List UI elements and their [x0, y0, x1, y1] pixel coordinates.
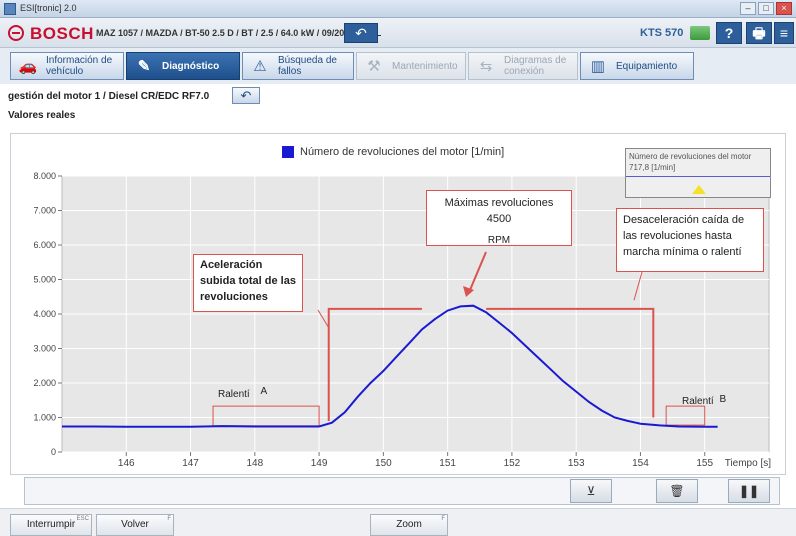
annotation-deceleration-text: Desaceleración caída de las revoluciones… — [623, 214, 745, 258]
y-tick-label: 3.000 — [33, 344, 56, 354]
annotation-ralenti-b: Ralentí B — [682, 394, 727, 407]
y-tick-label: 5.000 — [33, 275, 56, 285]
annotation-deceleration: Desaceleración caída de las revoluciones… — [616, 208, 764, 272]
x-tick-label: 151 — [439, 458, 456, 469]
readout-name: Número de revoluciones del motor — [629, 152, 752, 161]
annotation-max-text: Máximas revoluciones 4500 — [444, 197, 554, 225]
interrupt-label: Interrumpir — [26, 519, 76, 530]
interrupt-button[interactable]: Interrumpir ESC — [10, 514, 92, 536]
y-tick-label: 4.000 — [33, 309, 56, 319]
annotation-max-rpm: Máximas revoluciones 4500 RPM — [426, 190, 572, 246]
cursor-marker-icon: ⊻ — [586, 484, 596, 498]
legend-swatch — [282, 146, 294, 158]
x-tick-label: 152 — [504, 458, 521, 469]
value-readout: Número de revoluciones del motor 717,8 [… — [625, 148, 771, 198]
x-tick-label: 155 — [696, 458, 713, 469]
x-tick-label: 149 — [311, 458, 328, 469]
readout-value: 717,8 [1/min] — [629, 163, 676, 172]
annotation-acceleration-text: Aceleración subida total de las revoluci… — [200, 259, 296, 303]
back-key: F — [167, 516, 171, 522]
pause-icon: ❚❚ — [738, 484, 760, 498]
x-tick-label: 154 — [632, 458, 649, 469]
x-tick-label: 146 — [118, 458, 135, 469]
annotation-acceleration: Aceleración subida total de las revoluci… — [193, 254, 303, 312]
x-tick-label: 147 — [182, 458, 199, 469]
interrupt-key: ESC — [76, 516, 89, 522]
zoom-key: F — [441, 516, 445, 522]
delete-button[interactable]: 🗑 — [656, 479, 698, 503]
y-tick-label: 2.000 — [33, 378, 56, 388]
ralenti-b-label: Ralentí — [682, 396, 714, 407]
annotation-ralenti-a: Ralentí A — [218, 386, 268, 400]
back-bottom-button[interactable]: Volver F — [96, 514, 174, 536]
zoom-label: Zoom — [396, 519, 422, 530]
x-tick-label: 148 — [246, 458, 263, 469]
cursor-button[interactable]: ⊻ — [570, 479, 612, 503]
x-tick-label: 150 — [375, 458, 392, 469]
ralenti-b-letter: B — [719, 394, 727, 405]
y-tick-label: 6.000 — [33, 240, 56, 250]
y-tick-label: 7.000 — [33, 206, 56, 216]
readout-divider — [626, 176, 770, 177]
y-tick-label: 8.000 — [33, 171, 56, 181]
annotation-max-unit: RPM — [487, 235, 511, 246]
legend-label: Número de revoluciones del motor [1/min] — [300, 146, 505, 158]
x-axis-label: Tiempo [s] — [725, 458, 772, 469]
zoom-button[interactable]: Zoom F — [370, 514, 448, 536]
y-tick-label: 1.000 — [33, 413, 56, 423]
pause-button[interactable]: ❚❚ — [728, 479, 770, 503]
chart-legend: Número de revoluciones del motor [1/min] — [282, 146, 504, 158]
y-tick-label: 0 — [51, 447, 56, 457]
back-label: Volver — [121, 519, 149, 530]
trash-icon: 🗑 — [669, 484, 685, 498]
ralenti-a-letter: A — [260, 386, 268, 397]
warning-triangle-icon — [692, 185, 706, 194]
ralenti-a-label: Ralentí — [218, 389, 250, 400]
x-tick-label: 153 — [568, 458, 585, 469]
